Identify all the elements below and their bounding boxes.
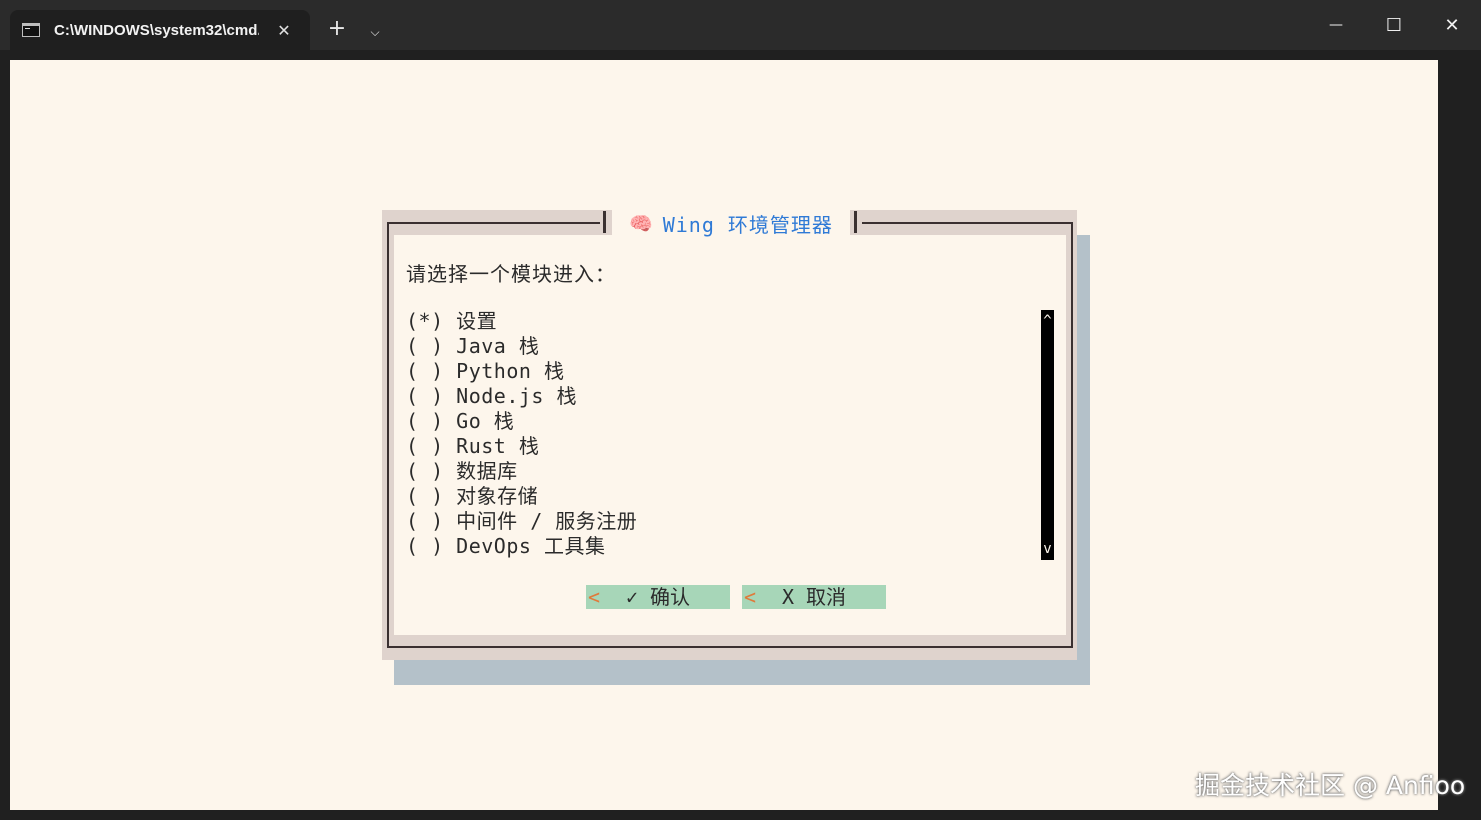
module-option[interactable]: ( ) Go 栈 bbox=[406, 409, 1036, 434]
brain-icon: 🧠 bbox=[629, 212, 653, 235]
terminal-tab[interactable]: C:\WINDOWS\system32\cmd.e ✕ bbox=[10, 10, 310, 50]
dialog-title-container: 🧠 Wing 环境管理器 bbox=[612, 210, 850, 236]
new-tab-button[interactable]: + bbox=[322, 14, 352, 42]
module-option[interactable]: ( ) Java 栈 bbox=[406, 334, 1036, 359]
module-option-label: 数据库 bbox=[456, 459, 518, 483]
title-divider-right bbox=[854, 211, 857, 233]
radio-marker[interactable]: ( ) bbox=[406, 334, 444, 358]
window-titlebar: C:\WINDOWS\system32\cmd.e ✕ + ⌵ — ☐ ✕ bbox=[0, 0, 1481, 50]
module-option-label: Rust 栈 bbox=[456, 434, 539, 458]
list-scrollbar[interactable]: ^ v bbox=[1041, 310, 1054, 560]
cancel-label: X 取消 bbox=[742, 585, 886, 609]
radio-marker[interactable]: ( ) bbox=[406, 434, 444, 458]
module-option[interactable]: ( ) Node.js 栈 bbox=[406, 384, 1036, 409]
cancel-button[interactable]: < X 取消 bbox=[742, 585, 886, 609]
radio-marker[interactable]: ( ) bbox=[406, 384, 444, 408]
module-option-label: Python 栈 bbox=[456, 359, 564, 383]
module-option[interactable]: ( ) DevOps 工具集 bbox=[406, 534, 1036, 559]
close-window-button[interactable]: ✕ bbox=[1423, 0, 1481, 50]
module-option-label: 中间件 / 服务注册 bbox=[456, 509, 637, 533]
confirm-label: ✓ 确认 bbox=[586, 585, 730, 609]
scroll-up-arrow[interactable]: ^ bbox=[1041, 310, 1054, 332]
module-list: (*) 设置( ) Java 栈( ) Python 栈( ) Node.js … bbox=[406, 309, 1036, 559]
module-option-label: Node.js 栈 bbox=[456, 384, 577, 408]
module-option[interactable]: ( ) 对象存储 bbox=[406, 484, 1036, 509]
module-option[interactable]: ( ) Rust 栈 bbox=[406, 434, 1036, 459]
radio-marker[interactable]: ( ) bbox=[406, 534, 444, 558]
radio-marker[interactable]: ( ) bbox=[406, 509, 444, 533]
maximize-button[interactable]: ☐ bbox=[1365, 0, 1423, 50]
minimize-button[interactable]: — bbox=[1307, 0, 1365, 50]
module-option-label: 对象存储 bbox=[456, 484, 538, 508]
dialog-prompt: 请选择一个模块进入： bbox=[406, 258, 616, 287]
module-option[interactable]: (*) 设置 bbox=[406, 309, 1036, 334]
radio-marker[interactable]: ( ) bbox=[406, 484, 444, 508]
title-divider-left bbox=[603, 211, 606, 233]
radio-marker[interactable]: (*) bbox=[406, 309, 444, 333]
dialog-title: Wing 环境管理器 bbox=[663, 209, 833, 238]
confirm-button[interactable]: < ✓ 确认 bbox=[586, 585, 730, 609]
module-option-label: Java 栈 bbox=[456, 334, 539, 358]
radio-marker[interactable]: ( ) bbox=[406, 409, 444, 433]
chevron-down-icon[interactable]: ⌵ bbox=[362, 18, 388, 46]
module-option[interactable]: ( ) 中间件 / 服务注册 bbox=[406, 509, 1036, 534]
watermark: 掘金技术社区 @ Anfioo bbox=[1195, 766, 1465, 802]
module-option[interactable]: ( ) 数据库 bbox=[406, 459, 1036, 484]
module-option-label: 设置 bbox=[456, 309, 497, 333]
cmd-icon bbox=[22, 23, 40, 37]
module-option[interactable]: ( ) Python 栈 bbox=[406, 359, 1036, 384]
module-option-label: Go 栈 bbox=[456, 409, 514, 433]
module-option-label: DevOps 工具集 bbox=[456, 534, 605, 558]
tab-title: C:\WINDOWS\system32\cmd.e bbox=[54, 22, 259, 39]
scroll-down-arrow[interactable]: v bbox=[1041, 538, 1054, 560]
tab-close-icon[interactable]: ✕ bbox=[272, 18, 296, 42]
radio-marker[interactable]: ( ) bbox=[406, 459, 444, 483]
radio-marker[interactable]: ( ) bbox=[406, 359, 444, 383]
